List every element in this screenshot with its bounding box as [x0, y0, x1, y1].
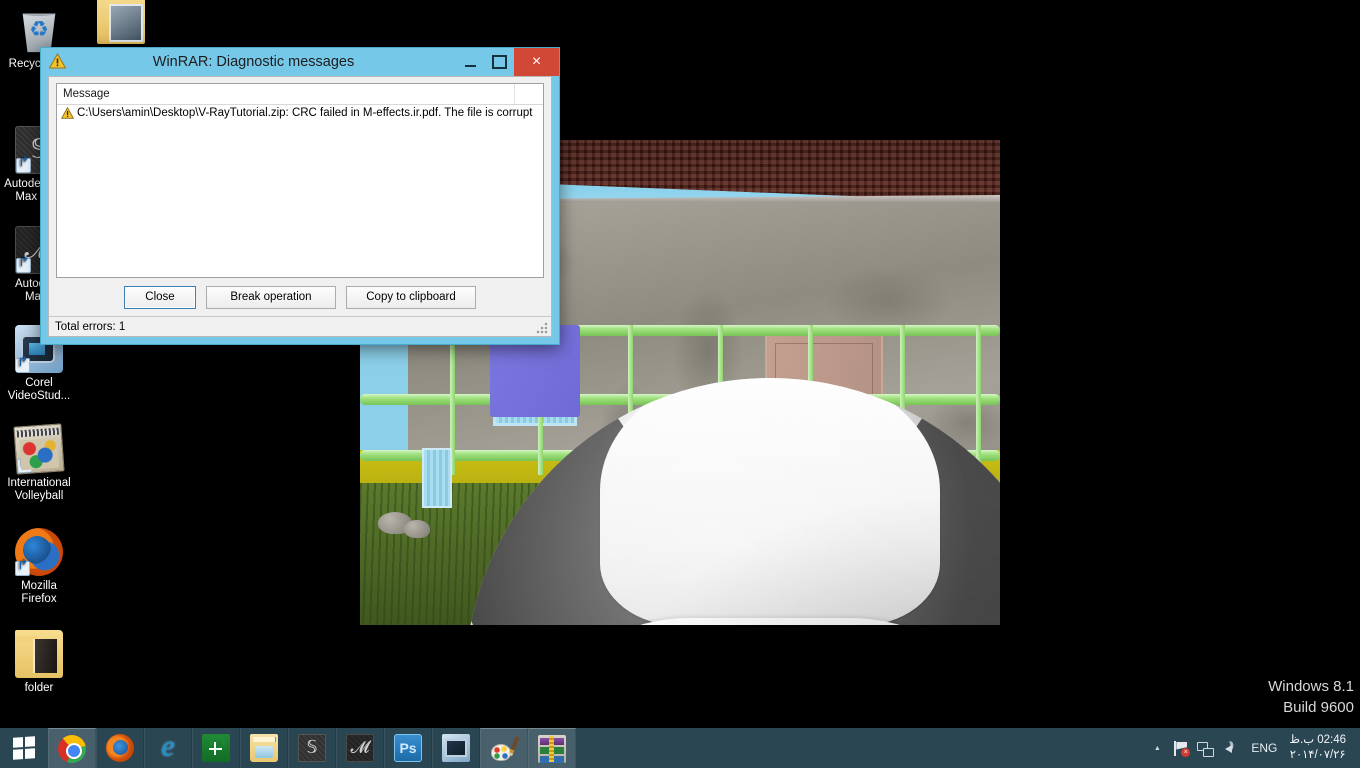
google-chrome-icon — [58, 734, 86, 763]
taskbar-item-file-explorer[interactable] — [240, 728, 288, 768]
column-header-message[interactable]: Message — [57, 84, 515, 104]
action-center-button[interactable]: × — [1169, 728, 1193, 768]
shortcut-arrow-icon — [16, 457, 33, 474]
watermark-build: Build 9600 — [1283, 699, 1354, 716]
desktop-icon-label: Mozilla — [21, 580, 57, 592]
warning-triangle-icon — [48, 52, 67, 69]
winrar-icon — [538, 734, 566, 763]
taskbar-item-corel-videostudio[interactable] — [432, 728, 480, 768]
desktop-icon-label-2: Volleyball — [14, 490, 64, 502]
action-center-flag-icon: × — [1173, 740, 1191, 757]
rock — [404, 520, 430, 538]
column-header-extra[interactable] — [515, 84, 543, 104]
copy-to-clipboard-button[interactable]: Copy to clipboard — [346, 285, 476, 309]
desktop-icon-international-volleyball[interactable]: International Volleyball — [0, 423, 78, 503]
network-icon — [1197, 741, 1215, 757]
message-list-header: Message — [57, 84, 543, 105]
system-tray: × ENG 02:46 ب.ظ ۲۰۱۴/۰۷/۲۶ — [1145, 728, 1360, 768]
close-button[interactable]: Close — [124, 285, 196, 309]
maya-icon — [346, 734, 374, 762]
dialog-button-row: Close Break operation Copy to clipboard — [49, 278, 551, 316]
warning-triangle-icon — [61, 107, 74, 119]
shortcut-arrow-icon — [15, 561, 30, 576]
taskbar-item-chrome[interactable] — [48, 728, 96, 768]
desktop: Recycle Bin Autodesk 3ds Max 20... Autod… — [0, 0, 1360, 768]
window — [422, 448, 452, 508]
windows-store-icon — [202, 734, 230, 762]
clock-time: 02:46 ب.ظ — [1289, 734, 1346, 746]
break-operation-button[interactable]: Break operation — [206, 285, 336, 309]
clock[interactable]: 02:46 ب.ظ ۲۰۱۴/۰۷/۲۶ — [1287, 733, 1354, 763]
internet-explorer-icon — [154, 734, 182, 762]
photoshop-icon — [394, 734, 422, 762]
desktop-icon-label-2: Firefox — [21, 593, 57, 605]
firefox-icon — [15, 528, 63, 576]
table-row[interactable]: C:\Users\amin\Desktop\V-RayTutorial.zip:… — [57, 105, 543, 121]
taskbar-item-paint[interactable] — [480, 728, 528, 768]
taskbar-item-3ds-max[interactable] — [288, 728, 336, 768]
volleyball-game-icon — [13, 423, 65, 475]
taskbar-items — [48, 728, 576, 768]
desktop-icon-label: International — [7, 477, 71, 489]
start-button[interactable] — [0, 728, 48, 768]
language-indicator[interactable]: ENG — [1241, 741, 1287, 755]
resize-grip[interactable] — [536, 322, 548, 334]
window-controls: × — [456, 48, 559, 76]
3ds-max-icon — [298, 734, 326, 762]
desktop-icon-folder-picture[interactable] — [82, 0, 160, 48]
dialog-statusbar: Total errors: 1 — [49, 316, 551, 336]
desktop-icon-label-2: VideoStud... — [7, 390, 71, 402]
desktop-icon-mozilla-firefox[interactable]: Mozilla Firefox — [0, 528, 78, 606]
taskbar-item-firefox[interactable] — [96, 728, 144, 768]
error-badge-icon: × — [1181, 747, 1191, 757]
windows-activation-watermark: Windows 8.1 Build 9600 — [1268, 676, 1354, 718]
dialog-title: WinRAR: Diagnostic messages — [152, 54, 355, 70]
shortcut-arrow-icon — [16, 158, 31, 173]
taskbar-item-store[interactable] — [192, 728, 240, 768]
desktop-icon-folder[interactable]: folder — [0, 630, 78, 695]
file-explorer-icon — [250, 734, 278, 762]
volume-button[interactable] — [1217, 728, 1241, 768]
minimize-button[interactable] — [456, 48, 485, 76]
folder-picture-icon — [97, 0, 145, 44]
desktop-icon-label: folder — [24, 682, 54, 694]
windows-logo-icon — [13, 736, 35, 760]
message-text: C:\Users\amin\Desktop\V-RayTutorial.zip:… — [77, 107, 533, 119]
clock-date: ۲۰۱۴/۰۷/۲۶ — [1289, 749, 1346, 761]
shortcut-arrow-icon — [16, 258, 31, 273]
winrar-diagnostic-messages-dialog: WinRAR: Diagnostic messages × Message C:… — [40, 47, 560, 345]
taskbar-item-winrar[interactable] — [528, 728, 576, 768]
paint-icon — [490, 735, 518, 763]
taskbar: × ENG 02:46 ب.ظ ۲۰۱۴/۰۷/۲۶ — [0, 728, 1360, 768]
shortcut-arrow-icon — [15, 358, 30, 373]
watermark-edition: Windows 8.1 — [1268, 678, 1354, 695]
taskbar-item-internet-explorer[interactable] — [144, 728, 192, 768]
folder-icon — [15, 630, 63, 678]
desktop-icon-label: Corel — [25, 377, 53, 389]
taskbar-item-photoshop[interactable] — [384, 728, 432, 768]
total-errors-text: Total errors: 1 — [55, 320, 126, 333]
maximize-button[interactable] — [485, 48, 514, 76]
network-button[interactable] — [1193, 728, 1217, 768]
message-list[interactable]: Message C:\Users\amin\Desktop\V-RayTutor… — [56, 83, 544, 278]
corel-videostudio-icon — [442, 734, 470, 762]
close-window-button[interactable]: × — [514, 48, 559, 76]
show-hidden-icons-button[interactable] — [1145, 728, 1169, 768]
firefox-icon — [106, 734, 134, 762]
dialog-body: Message C:\Users\amin\Desktop\V-RayTutor… — [48, 76, 552, 337]
volume-icon — [1221, 740, 1238, 756]
message-list-rows: C:\Users\amin\Desktop\V-RayTutorial.zip:… — [57, 105, 543, 277]
taskbar-item-maya[interactable] — [336, 728, 384, 768]
dialog-titlebar[interactable]: WinRAR: Diagnostic messages × — [41, 48, 559, 76]
